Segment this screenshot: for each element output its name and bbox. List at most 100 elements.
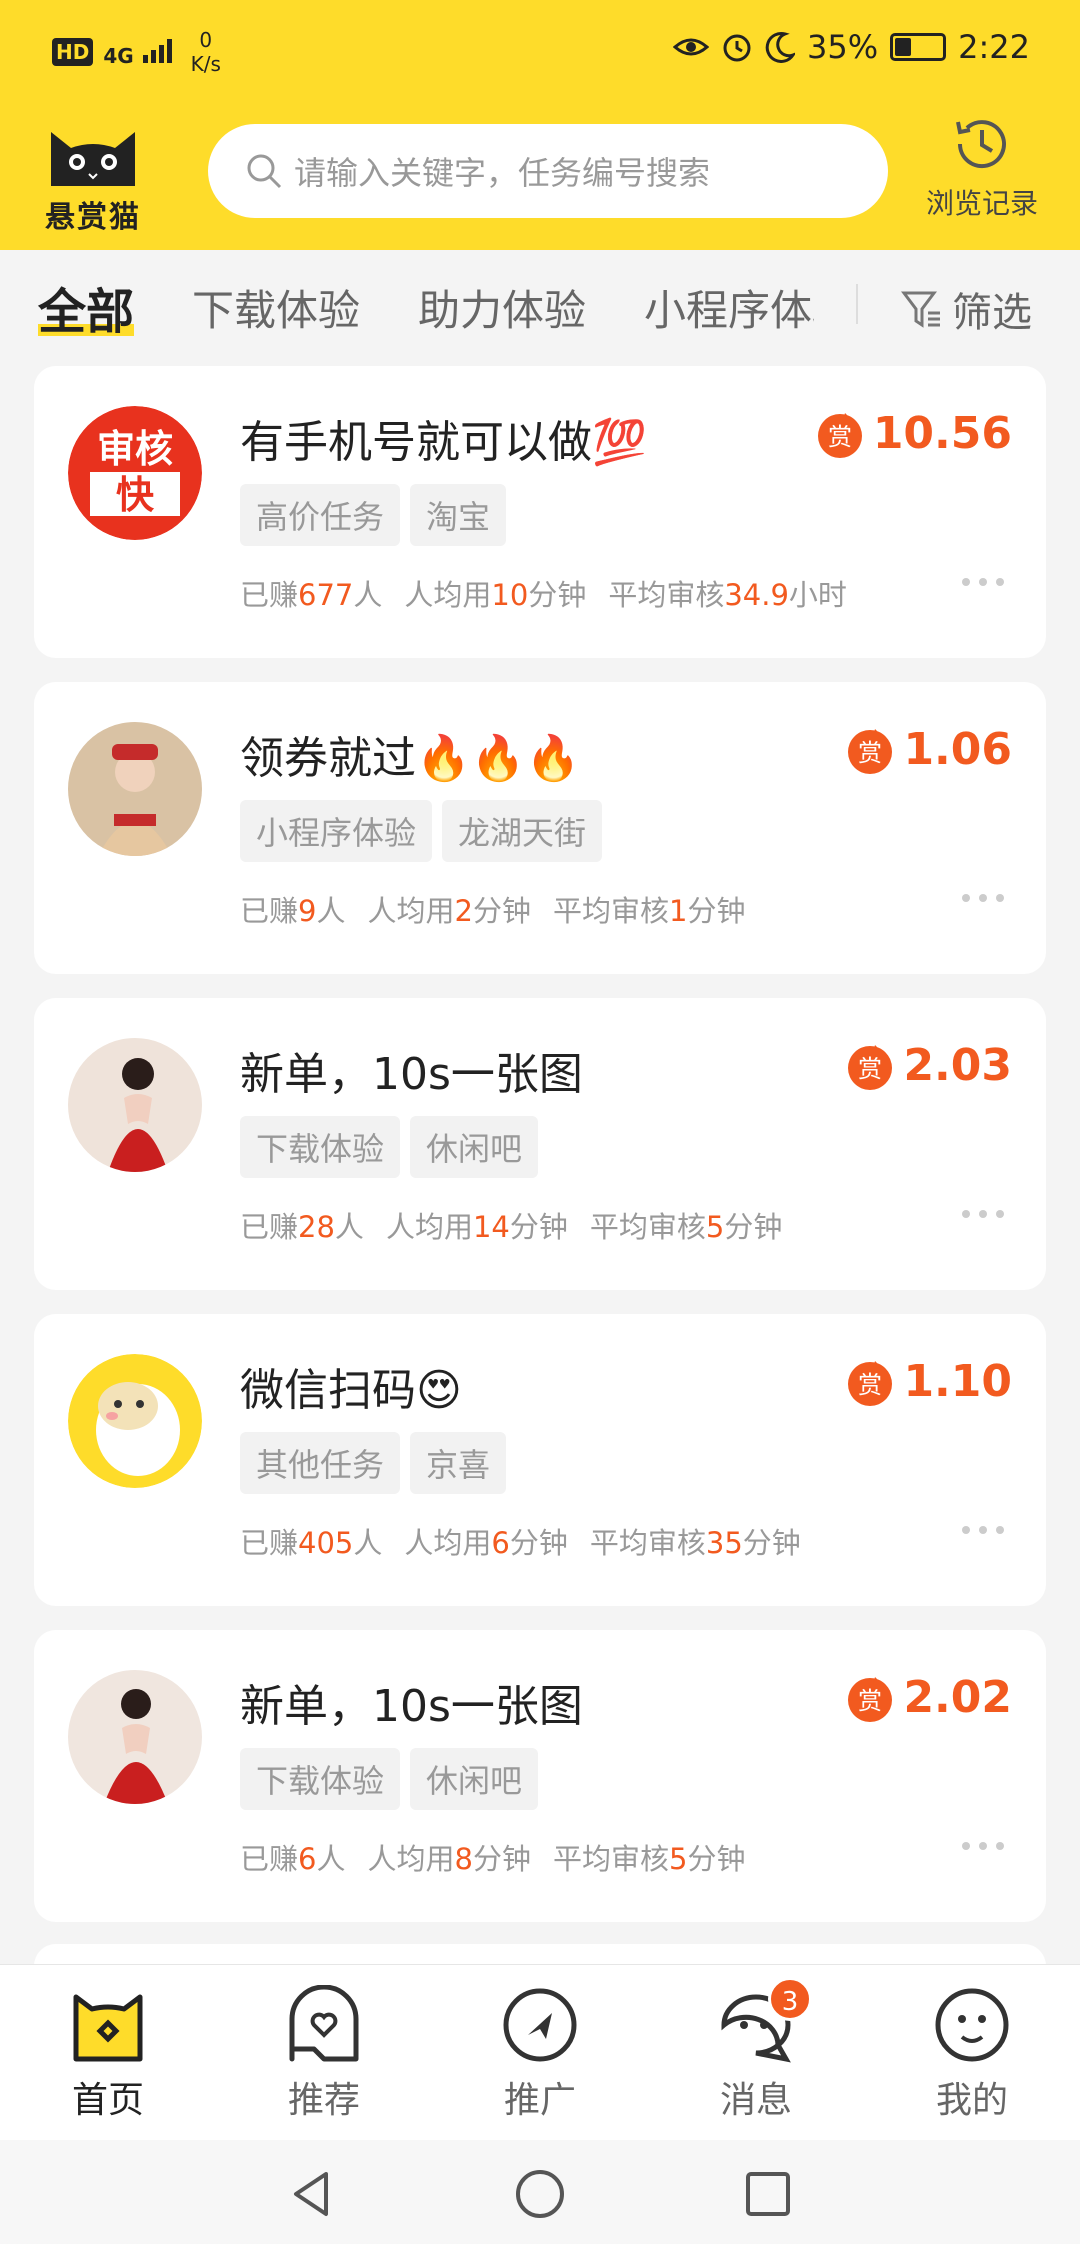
reward-amount: 2.03 xyxy=(903,1040,1012,1091)
status-bar: HD 4G 0 K/s 35% 2:22 xyxy=(0,0,1080,100)
task-reward: 赏 1.10 xyxy=(845,1356,1012,1407)
bottom-navigation: 首页 推荐 推广 3 消息 我的 xyxy=(0,1964,1080,2140)
svg-text:赏: 赏 xyxy=(858,1687,882,1715)
tab-download[interactable]: 下载体验 xyxy=(192,277,360,338)
avatar-woman-red-dress-2 xyxy=(68,1670,202,1804)
task-reward: 赏 1.06 xyxy=(845,724,1012,775)
task-reward: 赏 2.03 xyxy=(845,1040,1012,1091)
task-tag: 下载体验 xyxy=(240,1116,401,1178)
message-badge: 3 xyxy=(768,1977,812,2021)
recents-square-icon[interactable] xyxy=(742,2168,794,2220)
search-input[interactable]: 请输入关键字，任务编号搜索 xyxy=(208,124,888,218)
nav-profile-label: 我的 xyxy=(935,2080,1008,2121)
filter-label: 筛选 xyxy=(952,290,1032,336)
task-card[interactable]: 微信扫码😍 其他任务 京喜 已赚405人 人均用6分钟 平均审核35分钟 赏 1.10 xyxy=(34,1314,1046,1606)
task-tag: 休闲吧 xyxy=(410,1748,539,1810)
app-logo: 悬赏猫 xyxy=(38,118,148,235)
task-tags: 其他任务 京喜 xyxy=(240,1432,507,1494)
task-avatar: 审核快 xyxy=(68,406,202,540)
task-card[interactable]: 新单，10s一张图下载体验 休闲吧已赚28人 人均用14分钟 平均审核5分钟 赏 2.03 xyxy=(34,998,1046,1290)
category-tabs: 全部 下载体验 助力体验 小程序体验 筛选 xyxy=(0,252,1080,362)
svg-text:赏: 赏 xyxy=(858,1055,882,1083)
history-icon xyxy=(956,120,1006,169)
reward-amount: 1.06 xyxy=(903,724,1012,775)
task-avatar xyxy=(68,722,202,856)
tab-assist[interactable]: 助力体验 xyxy=(418,277,586,338)
svg-text:赏: 赏 xyxy=(858,1371,882,1399)
battery-percent: 35% xyxy=(807,28,879,66)
task-tags: 高价任务 淘宝 xyxy=(240,484,507,546)
back-triangle-icon[interactable] xyxy=(286,2168,338,2220)
avatar-woman-vintage xyxy=(68,722,202,856)
nav-promote-label: 推广 xyxy=(503,2080,576,2121)
review-time: 34.9 xyxy=(724,578,789,612)
search-placeholder: 请输入关键字，任务编号搜索 xyxy=(294,154,711,192)
task-reward: 赏 10.56 xyxy=(815,408,1012,459)
task-card[interactable]: 审核快有手机号就可以做💯 高价任务 淘宝 已赚677人 人均用10分钟 平均审核34.9小… xyxy=(34,366,1046,658)
task-stats: 已赚6人 人均用8分钟 平均审核5分钟 xyxy=(240,1842,746,1876)
task-avatar xyxy=(68,1670,202,1804)
promote-icon xyxy=(503,1988,577,2062)
browse-history-button[interactable]: 浏览记录 xyxy=(912,112,1052,222)
task-tag: 京喜 xyxy=(410,1432,507,1494)
moon-icon xyxy=(765,31,796,63)
earned-count: 405 xyxy=(298,1526,354,1560)
more-options-icon[interactable] xyxy=(960,892,1006,904)
logo-text: 悬赏猫 xyxy=(45,200,141,235)
more-options-icon[interactable] xyxy=(960,1840,1006,1852)
task-stats: 已赚28人 人均用14分钟 平均审核5分钟 xyxy=(240,1210,783,1244)
nav-profile[interactable]: 我的 xyxy=(864,1965,1080,2140)
earned-count: 6 xyxy=(298,1842,317,1876)
nav-home[interactable]: 首页 xyxy=(0,1965,216,2140)
tab-all[interactable]: 全部 xyxy=(38,272,135,342)
signal-icon xyxy=(142,38,172,63)
recommend-icon xyxy=(289,1985,359,2062)
task-card[interactable]: 新单，10s一张图 下载体验 休闲吧 已赚6人 人均用8分钟 平均审核5分钟 赏 2.02 xyxy=(34,1630,1046,1922)
task-tag: 其他任务 xyxy=(240,1432,401,1494)
task-tags: 下载体验 休闲吧 xyxy=(240,1748,539,1810)
more-options-icon[interactable] xyxy=(960,576,1006,588)
nav-promote[interactable]: 推广 xyxy=(432,1965,648,2140)
reward-coin-icon: 赏 xyxy=(848,728,893,774)
nav-messages[interactable]: 3 消息 xyxy=(648,1965,864,2140)
nav-recommend[interactable]: 推荐 xyxy=(216,1965,432,2140)
avg-time: 2 xyxy=(454,894,473,928)
more-options-icon[interactable] xyxy=(960,1524,1006,1536)
task-card[interactable]: 领券就过🔥🔥🔥 小程序体验 龙湖天街 已赚9人 人均用2分钟 平均审核1分钟 赏 1.06 xyxy=(34,682,1046,974)
task-tag: 小程序体验 xyxy=(240,800,433,862)
task-title: 有手机号就可以做💯 xyxy=(240,417,647,468)
cat-logo-icon xyxy=(51,132,135,186)
more-options-icon[interactable] xyxy=(960,1208,1006,1220)
home-circle-icon[interactable] xyxy=(514,2168,566,2220)
task-tags: 小程序体验 龙湖天街 xyxy=(240,800,603,862)
task-tag: 休闲吧 xyxy=(410,1116,539,1178)
svg-text:赏: 赏 xyxy=(858,739,882,767)
svg-text:审核: 审核 xyxy=(97,427,173,471)
task-stats: 已赚405人 人均用6分钟 平均审核35分钟 xyxy=(240,1526,801,1560)
tab-divider xyxy=(856,284,858,324)
network-indicator: 4G xyxy=(103,37,180,68)
task-tag: 下载体验 xyxy=(240,1748,401,1810)
reward-amount: 10.56 xyxy=(872,408,1012,459)
reward-amount: 2.02 xyxy=(903,1672,1012,1723)
nav-home-label: 首页 xyxy=(71,2080,144,2121)
hd-indicator: HD xyxy=(52,38,94,66)
nav-recommend-label: 推荐 xyxy=(287,2080,360,2121)
avatar-cartoon-cat xyxy=(68,1354,202,1488)
svg-text:赏: 赏 xyxy=(828,423,852,451)
review-time: 5 xyxy=(705,1210,725,1244)
filter-button[interactable]: 筛选 xyxy=(900,280,1032,338)
reward-coin-icon: 赏 xyxy=(848,1676,893,1722)
tab-mini-program[interactable]: 小程序体验 xyxy=(644,277,814,338)
task-avatar xyxy=(68,1038,202,1172)
review-time: 35 xyxy=(705,1526,743,1560)
nav-messages-label: 消息 xyxy=(719,2080,792,2121)
system-navigation-bar xyxy=(0,2140,1080,2244)
task-title: 新单，10s一张图 xyxy=(240,1049,583,1100)
search-icon xyxy=(247,154,282,189)
earned-count: 9 xyxy=(298,894,317,928)
app-header: HD 4G 0 K/s 35% 2:22 悬赏猫 请输入关键字，任务编号搜索 浏… xyxy=(0,0,1080,250)
earned-count: 677 xyxy=(298,578,354,612)
avatar-woman-red-dress xyxy=(68,1038,202,1172)
task-stats: 已赚9人 人均用2分钟 平均审核1分钟 xyxy=(240,894,746,928)
